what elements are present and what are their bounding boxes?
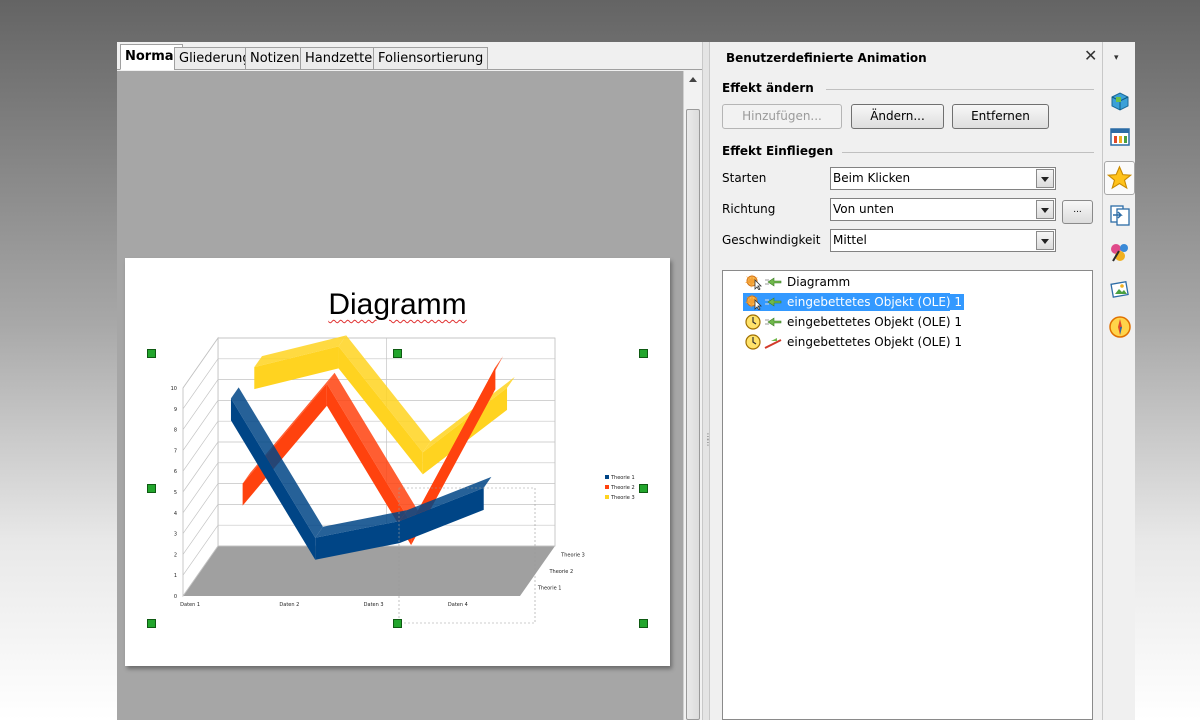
tab-handzettel[interactable]: Handzettel (300, 47, 381, 70)
effect-item-ole-1[interactable]: eingebettetes Objekt (OLE) 1 (723, 312, 1092, 332)
legend-label: Theorie 2 (610, 485, 635, 491)
depth-tick-label: Theorie 3 (560, 552, 585, 558)
depth-tick-label: Theorie 2 (549, 569, 574, 575)
selection-handle-right[interactable] (639, 484, 648, 493)
sidebar-deck: ▾ (1102, 42, 1135, 720)
section-divider (842, 152, 1094, 153)
effects-list[interactable]: Diagramm eingebettetes Objekt (OLE) 1 ei… (722, 270, 1093, 720)
legend-swatch (605, 475, 609, 479)
tab-gliederung[interactable]: Gliederung (174, 47, 256, 70)
legend-swatch (605, 495, 609, 499)
effect-item-diagramm[interactable]: Diagramm (723, 272, 1092, 292)
start-select-value: Beim Klicken (833, 171, 911, 185)
slide-edit-area[interactable]: Diagramm 0 1 2 3 4 5 6 7 8 9 10 Daten 1 Daten 2 Date… (117, 71, 683, 720)
y-tick-label: 9 (174, 407, 177, 413)
properties-icon[interactable] (1107, 88, 1133, 114)
effect-item-ole-1[interactable]: eingebettetes Objekt (OLE) 1 (723, 292, 1092, 312)
legend-swatch (605, 485, 609, 489)
selection-handle-bottom[interactable] (393, 619, 402, 628)
custom-animation-panel: Benutzerdefinierte Animation ✕ Effekt än… (710, 42, 1102, 720)
application-window: Normal Gliederung Notizen Handzettel Fol… (117, 42, 1135, 720)
y-tick-label: 0 (174, 594, 177, 600)
direction-select-value: Von unten (833, 202, 894, 216)
vertical-scrollbar[interactable] (683, 71, 702, 720)
sidebar-item-custom-animation[interactable] (1104, 161, 1135, 195)
selection-handle-top[interactable] (393, 349, 402, 358)
selection-handle-bottom-left[interactable] (147, 619, 156, 628)
slide-transition-icon[interactable] (1107, 202, 1133, 228)
depth-tick-label: Theorie 1 (537, 586, 562, 592)
y-tick-label: 4 (174, 511, 177, 517)
remove-effect-button[interactable]: Entfernen (952, 104, 1049, 129)
x-tick-label: Daten 3 (364, 602, 384, 608)
tab-foliensortierung[interactable]: Foliensortierung (373, 47, 489, 70)
y-tick-label: 2 (174, 552, 177, 558)
x-tick-label: Daten 1 (180, 602, 200, 608)
gallery-icon[interactable] (1107, 276, 1133, 302)
change-effect-button[interactable]: Ändern... (851, 104, 944, 129)
master-slides-icon[interactable] (1107, 124, 1133, 150)
styles-icon[interactable] (1107, 239, 1133, 265)
scrollbar-thumb[interactable] (686, 109, 700, 720)
effect-item-label: eingebettetes Objekt (OLE) 1 (787, 315, 963, 329)
y-tick-label: 7 (174, 448, 177, 454)
y-tick-label: 1 (174, 573, 177, 579)
effect-item-ole-1[interactable]: eingebettetes Objekt (OLE) 1 (723, 332, 1092, 352)
speed-select-value: Mittel (833, 233, 867, 247)
star-icon (1106, 165, 1133, 190)
selection-handle-top-left[interactable] (147, 349, 156, 358)
navigator-icon[interactable] (1107, 314, 1133, 340)
y-axis-ticks: 0 1 2 3 4 5 6 7 8 9 10 (171, 386, 177, 600)
effect-item-label: eingebettetes Objekt (OLE) 1 (785, 294, 965, 310)
legend-label: Theorie 1 (610, 475, 635, 481)
chevron-down-icon[interactable] (1036, 231, 1054, 250)
chevron-down-icon[interactable] (1036, 169, 1054, 188)
effect-options-button[interactable]: ... (1062, 200, 1093, 224)
tab-notizen[interactable]: Notizen (245, 47, 305, 70)
y-tick-label: 6 (174, 469, 177, 475)
click-trigger-icon (745, 274, 782, 290)
x-tick-label: Daten 2 (279, 602, 299, 608)
sidebar-menu-icon[interactable]: ▾ (1114, 53, 1119, 63)
y-tick-label: 10 (171, 386, 177, 392)
x-axis-ticks: Daten 1 Daten 2 Daten 3 Daten 4 (180, 602, 468, 608)
chevron-down-icon[interactable] (1036, 200, 1054, 219)
section-divider (826, 89, 1094, 90)
start-select[interactable]: Beim Klicken (830, 167, 1056, 190)
section-effect-change-title: Effekt ändern (722, 81, 814, 95)
close-icon[interactable]: ✕ (1084, 48, 1097, 64)
speed-select[interactable]: Mittel (830, 229, 1056, 252)
selection-handle-bottom-right[interactable] (639, 619, 648, 628)
chart-legend: Theorie 1 Theorie 2 Theorie 3 (605, 475, 635, 501)
effect-item-label: eingebettetes Objekt (OLE) 1 (787, 335, 963, 349)
y-tick-label: 8 (174, 428, 177, 434)
selection-handle-top-right[interactable] (639, 349, 648, 358)
effect-item-label: Diagramm (787, 275, 851, 289)
chart-floor (183, 546, 555, 596)
chart[interactable]: 012345678910 Daten 1 Daten 2 Daten 3 Daten … (125, 258, 670, 666)
direction-label: Richtung (722, 202, 776, 216)
add-effect-button[interactable]: Hinzufügen... (722, 104, 842, 129)
section-effect-title: Effekt Einfliegen (722, 144, 834, 158)
speed-label: Geschwindigkeit (722, 233, 821, 247)
clock-icon (745, 314, 782, 330)
panel-splitter[interactable]: ⋮ ⋮ (702, 42, 712, 720)
click-trigger-icon (745, 294, 782, 310)
legend-label: Theorie 3 (610, 495, 635, 501)
view-tabs: Normal Gliederung Notizen Handzettel Fol… (117, 42, 702, 70)
y-tick-label: 3 (174, 532, 177, 538)
panel-title: Benutzerdefinierte Animation (726, 51, 927, 65)
slide[interactable]: Diagramm 0 1 2 3 4 5 6 7 8 9 10 Daten 1 Daten 2 Date… (125, 258, 670, 666)
direction-select[interactable]: Von unten (830, 198, 1056, 221)
x-tick-label: Daten 4 (448, 602, 468, 608)
selection-handle-left[interactable] (147, 484, 156, 493)
scroll-up-icon[interactable] (689, 77, 697, 82)
start-label: Starten (722, 171, 767, 185)
clock-icon (745, 334, 782, 350)
chart-floor-plane (183, 546, 555, 596)
y-tick-label: 5 (174, 490, 177, 496)
